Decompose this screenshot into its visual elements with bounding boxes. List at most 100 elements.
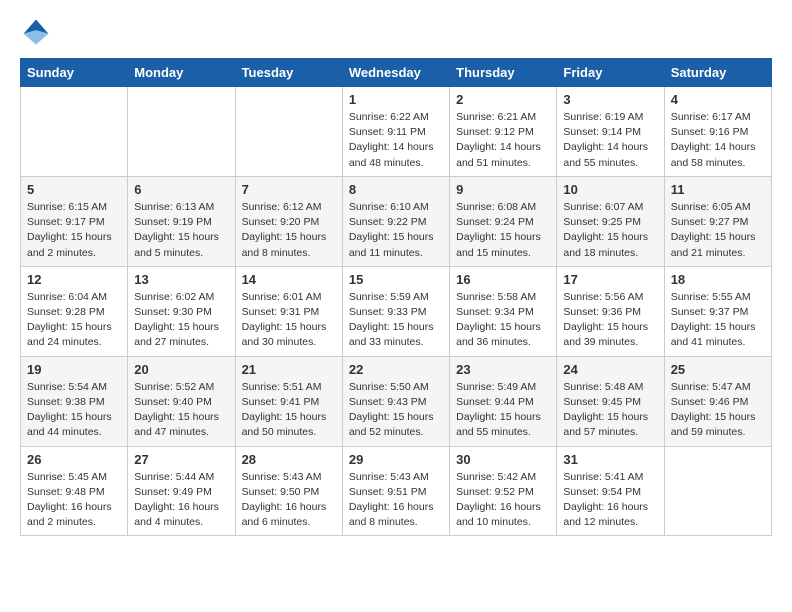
calendar-empty-cell <box>21 87 128 177</box>
calendar-day-12: 12Sunrise: 6:04 AM Sunset: 9:28 PM Dayli… <box>21 266 128 356</box>
day-info: Sunrise: 6:05 AM Sunset: 9:27 PM Dayligh… <box>671 200 765 261</box>
weekday-header-tuesday: Tuesday <box>235 59 342 87</box>
day-info: Sunrise: 5:55 AM Sunset: 9:37 PM Dayligh… <box>671 290 765 351</box>
day-number: 5 <box>27 182 121 197</box>
calendar-day-7: 7 Sunrise: 6:12 AM Sunset: 9:20 PM Daylig… <box>235 176 342 266</box>
calendar-week-row: 26 Sunrise: 5:45 AM Sunset: 9:48 PM Dayli… <box>21 446 772 536</box>
day-number: 29 <box>349 452 443 467</box>
day-info: Sunrise: 5:44 AM Sunset: 9:49 PM Dayligh… <box>134 470 228 531</box>
calendar-day-3: 3Sunrise: 6:19 AM Sunset: 9:14 PM Daylig… <box>557 87 664 177</box>
day-number: 1 <box>349 92 443 107</box>
calendar-day-6: 6 Sunrise: 6:13 AM Sunset: 9:19 PM Daylig… <box>128 176 235 266</box>
day-number: 3 <box>563 92 657 107</box>
day-info: Sunrise: 6:22 AM Sunset: 9:11 PM Dayligh… <box>349 110 443 171</box>
day-info: Sunrise: 6:15 AM Sunset: 9:17 PM Dayligh… <box>27 200 121 261</box>
day-info: Sunrise: 6:12 AM Sunset: 9:20 PM Dayligh… <box>242 200 336 261</box>
day-number: 13 <box>134 272 228 287</box>
calendar-day-22: 22 Sunrise: 5:50 AM Sunset: 9:43 PM Dayli… <box>342 356 449 446</box>
calendar-day-8: 8 Sunrise: 6:10 AM Sunset: 9:22 PM Daylig… <box>342 176 449 266</box>
calendar-day-5: 5 Sunrise: 6:15 AM Sunset: 9:17 PM Daylig… <box>21 176 128 266</box>
calendar-week-row: 5 Sunrise: 6:15 AM Sunset: 9:17 PM Daylig… <box>21 176 772 266</box>
day-info: Sunrise: 5:47 AM Sunset: 9:46 PM Dayligh… <box>671 380 765 441</box>
day-info: Sunrise: 6:04 AM Sunset: 9:28 PM Dayligh… <box>27 290 121 351</box>
calendar-day-27: 27 Sunrise: 5:44 AM Sunset: 9:49 PM Dayli… <box>128 446 235 536</box>
day-info: Sunrise: 5:45 AM Sunset: 9:48 PM Dayligh… <box>27 470 121 531</box>
day-info: Sunrise: 5:59 AM Sunset: 9:33 PM Dayligh… <box>349 290 443 351</box>
weekday-header-monday: Monday <box>128 59 235 87</box>
weekday-header-friday: Friday <box>557 59 664 87</box>
calendar-day-23: 23 Sunrise: 5:49 AM Sunset: 9:44 PM Dayli… <box>450 356 557 446</box>
calendar-empty-cell <box>235 87 342 177</box>
day-number: 10 <box>563 182 657 197</box>
day-number: 25 <box>671 362 765 377</box>
calendar-day-1: 1 Sunrise: 6:22 AM Sunset: 9:11 PM Daylig… <box>342 87 449 177</box>
day-number: 14 <box>242 272 336 287</box>
calendar-empty-cell <box>664 446 771 536</box>
day-info: Sunrise: 5:56 AM Sunset: 9:36 PM Dayligh… <box>563 290 657 351</box>
day-number: 21 <box>242 362 336 377</box>
day-info: Sunrise: 6:02 AM Sunset: 9:30 PM Dayligh… <box>134 290 228 351</box>
calendar-day-2: 2 Sunrise: 6:21 AM Sunset: 9:12 PM Daylig… <box>450 87 557 177</box>
calendar-day-11: 11 Sunrise: 6:05 AM Sunset: 9:27 PM Dayli… <box>664 176 771 266</box>
weekday-header-sunday: Sunday <box>21 59 128 87</box>
day-info: Sunrise: 5:51 AM Sunset: 9:41 PM Dayligh… <box>242 380 336 441</box>
day-number: 22 <box>349 362 443 377</box>
day-number: 23 <box>456 362 550 377</box>
calendar-day-18: 18 Sunrise: 5:55 AM Sunset: 9:37 PM Dayli… <box>664 266 771 356</box>
calendar-day-25: 25 Sunrise: 5:47 AM Sunset: 9:46 PM Dayli… <box>664 356 771 446</box>
weekday-header-saturday: Saturday <box>664 59 771 87</box>
day-info: Sunrise: 6:17 AM Sunset: 9:16 PM Dayligh… <box>671 110 765 171</box>
calendar-day-17: 17 Sunrise: 5:56 AM Sunset: 9:36 PM Dayli… <box>557 266 664 356</box>
day-info: Sunrise: 6:13 AM Sunset: 9:19 PM Dayligh… <box>134 200 228 261</box>
day-info: Sunrise: 5:48 AM Sunset: 9:45 PM Dayligh… <box>563 380 657 441</box>
day-number: 4 <box>671 92 765 107</box>
calendar-day-29: 29 Sunrise: 5:43 AM Sunset: 9:51 PM Dayli… <box>342 446 449 536</box>
day-number: 2 <box>456 92 550 107</box>
day-number: 6 <box>134 182 228 197</box>
calendar-table: SundayMondayTuesdayWednesdayThursdayFrid… <box>20 58 772 536</box>
day-number: 15 <box>349 272 443 287</box>
calendar-empty-cell <box>128 87 235 177</box>
calendar-day-14: 14 Sunrise: 6:01 AM Sunset: 9:31 PM Dayli… <box>235 266 342 356</box>
day-number: 19 <box>27 362 121 377</box>
calendar-day-13: 13 Sunrise: 6:02 AM Sunset: 9:30 PM Dayli… <box>128 266 235 356</box>
calendar-week-row: 1 Sunrise: 6:22 AM Sunset: 9:11 PM Daylig… <box>21 87 772 177</box>
day-number: 30 <box>456 452 550 467</box>
day-number: 20 <box>134 362 228 377</box>
day-number: 18 <box>671 272 765 287</box>
calendar-week-row: 12Sunrise: 6:04 AM Sunset: 9:28 PM Dayli… <box>21 266 772 356</box>
day-info: Sunrise: 5:43 AM Sunset: 9:51 PM Dayligh… <box>349 470 443 531</box>
day-info: Sunrise: 5:54 AM Sunset: 9:38 PM Dayligh… <box>27 380 121 441</box>
day-number: 27 <box>134 452 228 467</box>
day-info: Sunrise: 6:01 AM Sunset: 9:31 PM Dayligh… <box>242 290 336 351</box>
day-info: Sunrise: 5:42 AM Sunset: 9:52 PM Dayligh… <box>456 470 550 531</box>
calendar-day-15: 15 Sunrise: 5:59 AM Sunset: 9:33 PM Dayli… <box>342 266 449 356</box>
calendar-day-4: 4 Sunrise: 6:17 AM Sunset: 9:16 PM Daylig… <box>664 87 771 177</box>
day-number: 24 <box>563 362 657 377</box>
day-info: Sunrise: 5:49 AM Sunset: 9:44 PM Dayligh… <box>456 380 550 441</box>
day-number: 11 <box>671 182 765 197</box>
day-info: Sunrise: 6:07 AM Sunset: 9:25 PM Dayligh… <box>563 200 657 261</box>
day-info: Sunrise: 5:43 AM Sunset: 9:50 PM Dayligh… <box>242 470 336 531</box>
day-number: 8 <box>349 182 443 197</box>
calendar-day-24: 24 Sunrise: 5:48 AM Sunset: 9:45 PM Dayli… <box>557 356 664 446</box>
day-number: 16 <box>456 272 550 287</box>
day-info: Sunrise: 6:21 AM Sunset: 9:12 PM Dayligh… <box>456 110 550 171</box>
calendar-header-row: SundayMondayTuesdayWednesdayThursdayFrid… <box>21 59 772 87</box>
day-number: 28 <box>242 452 336 467</box>
weekday-header-wednesday: Wednesday <box>342 59 449 87</box>
day-info: Sunrise: 5:52 AM Sunset: 9:40 PM Dayligh… <box>134 380 228 441</box>
day-info: Sunrise: 6:10 AM Sunset: 9:22 PM Dayligh… <box>349 200 443 261</box>
calendar-day-9: 9Sunrise: 6:08 AM Sunset: 9:24 PM Daylig… <box>450 176 557 266</box>
calendar-day-31: 31Sunrise: 5:41 AM Sunset: 9:54 PM Dayli… <box>557 446 664 536</box>
day-info: Sunrise: 5:50 AM Sunset: 9:43 PM Dayligh… <box>349 380 443 441</box>
logo-icon <box>20 16 52 48</box>
day-number: 9 <box>456 182 550 197</box>
weekday-header-thursday: Thursday <box>450 59 557 87</box>
day-number: 17 <box>563 272 657 287</box>
day-number: 31 <box>563 452 657 467</box>
day-number: 7 <box>242 182 336 197</box>
day-number: 26 <box>27 452 121 467</box>
page: SundayMondayTuesdayWednesdayThursdayFrid… <box>0 0 792 552</box>
calendar-day-20: 20 Sunrise: 5:52 AM Sunset: 9:40 PM Dayli… <box>128 356 235 446</box>
